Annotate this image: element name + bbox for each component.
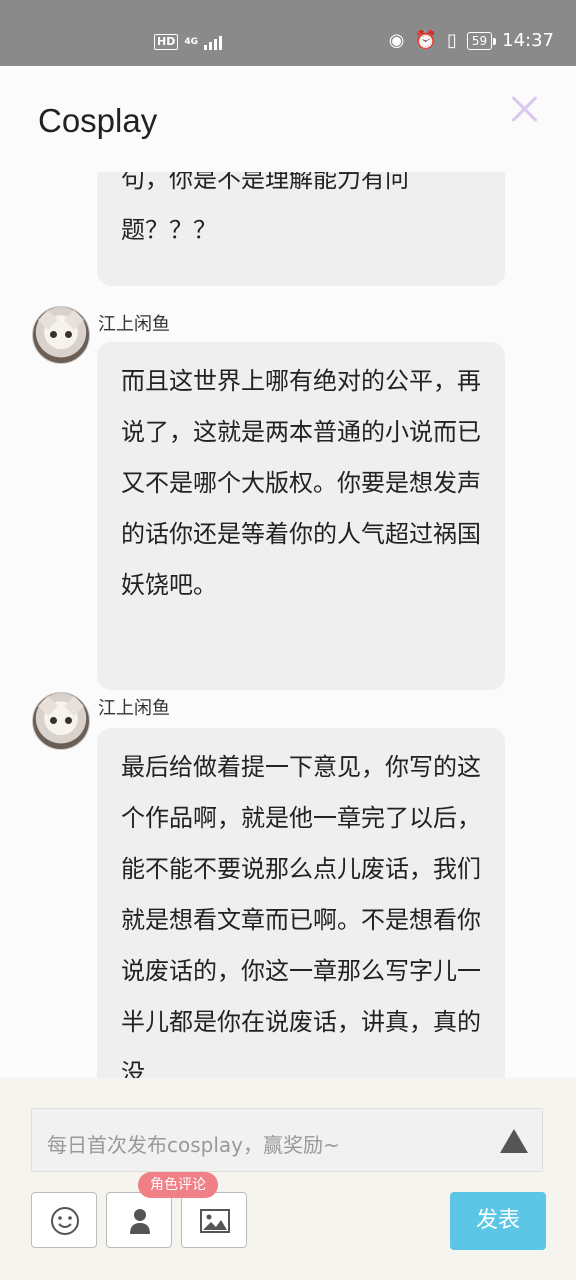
comment-author[interactable]: 江上闲鱼	[98, 694, 170, 720]
composer-bar: 每日首次发布cosplay，赢奖励~ 角色评论 发表	[0, 1078, 576, 1280]
comment-bubble: 而且这世界上哪有绝对的公平，再说了，这就是两本普通的小说而已又不是哪个大版权。你…	[97, 342, 505, 690]
role-comment-button[interactable]	[106, 1192, 172, 1248]
person-icon	[130, 1209, 150, 1234]
battery-icon: 59	[466, 31, 497, 50]
eye-icon: ◉	[388, 30, 405, 51]
comment-text: 句，你是不是理解能力有问题？？？	[121, 172, 409, 244]
comment-bubble: 句，你是不是理解能力有问题？？？	[97, 172, 505, 286]
input-placeholder: 每日首次发布cosplay，赢奖励~	[47, 1133, 340, 1157]
comment-sheet: Cosplay 句，你是不是理解能力有问题？？？ 江上闲鱼 而且这世界上哪有绝对…	[0, 66, 576, 1280]
comment-list[interactable]: 句，你是不是理解能力有问题？？？ 江上闲鱼 而且这世界上哪有绝对的公平，再说了，…	[0, 172, 576, 1078]
page-title: Cosplay	[38, 102, 158, 139]
smiley-icon	[51, 1207, 79, 1235]
emoji-button[interactable]	[31, 1192, 97, 1248]
signal-icon	[204, 34, 222, 50]
image-icon	[200, 1209, 230, 1233]
signal-group: HD 4G	[154, 34, 222, 50]
clock: 14:37	[502, 30, 554, 51]
avatar-eye	[65, 717, 72, 724]
avatar[interactable]	[32, 692, 90, 750]
avatar[interactable]	[32, 306, 90, 364]
role-comment-badge: 角色评论	[138, 1172, 218, 1198]
avatar-eye	[65, 331, 72, 338]
avatar-ear	[38, 310, 58, 330]
status-bar: HD 4G ◉ ⏰ ▯ 59 14:37	[0, 0, 576, 66]
comment-text: 最后给做着提一下意见，你写的这个作品啊，就是他一章完了以后，能不能不要说那么点儿…	[121, 753, 481, 1078]
comment-bubble: 最后给做着提一下意见，你写的这个作品啊，就是他一章完了以后，能不能不要说那么点儿…	[97, 728, 505, 1078]
network-type: 4G	[184, 36, 198, 47]
avatar-eye	[50, 717, 57, 724]
avatar-ear	[64, 696, 84, 716]
comment-author[interactable]: 江上闲鱼	[98, 310, 170, 336]
close-icon[interactable]	[508, 92, 542, 126]
alarm-icon: ⏰	[414, 30, 437, 51]
avatar-eye	[50, 331, 57, 338]
avatar-ear	[64, 310, 84, 330]
hd-icon: HD	[154, 34, 179, 50]
avatar-ear	[38, 696, 58, 716]
send-arrow-icon[interactable]	[500, 1129, 528, 1153]
comment-text: 而且这世界上哪有绝对的公平，再说了，这就是两本普通的小说而已又不是哪个大版权。你…	[121, 367, 481, 599]
status-right: ◉ ⏰ ▯ 59 14:37	[389, 30, 554, 51]
vibrate-icon: ▯	[446, 30, 457, 51]
comment-input[interactable]: 每日首次发布cosplay，赢奖励~	[31, 1108, 543, 1172]
publish-button[interactable]: 发表	[450, 1192, 546, 1250]
image-button[interactable]	[181, 1192, 247, 1248]
